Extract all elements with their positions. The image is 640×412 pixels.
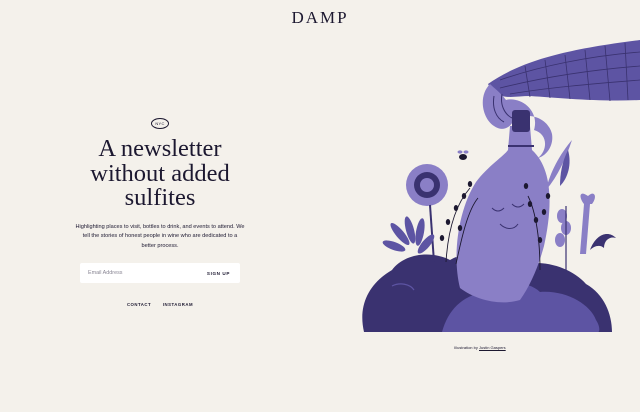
right-plants <box>555 193 595 254</box>
title-line-3: sulfites <box>124 184 196 211</box>
bottle-cork <box>512 110 530 132</box>
dark-leaf <box>590 234 616 250</box>
nyc-badge: NYC <box>151 118 169 129</box>
footer-links: CONTACT INSTAGRAM <box>60 302 260 307</box>
description: Highlighting places to visit, bottles to… <box>75 223 245 249</box>
instagram-link[interactable]: INSTAGRAM <box>163 302 193 307</box>
illustration-credit: Illustration by Justin Gaspers <box>424 345 536 350</box>
contact-link[interactable]: CONTACT <box>127 302 151 307</box>
sign-up-button[interactable]: SIGN UP <box>207 271 230 276</box>
bee-icon <box>457 150 469 160</box>
credit-author-link[interactable]: Justin Gaspers <box>479 345 506 350</box>
email-input[interactable] <box>88 270 178 276</box>
title-line-1: A newsletter <box>98 135 222 162</box>
wine-bottle-illustration <box>362 40 640 332</box>
sleeve-shape <box>488 40 640 101</box>
hero-section: NYC A newsletter without added sulfites … <box>60 112 260 307</box>
page-title: A newsletter without added sulfites <box>60 135 260 211</box>
title-line-2: without added <box>90 159 230 187</box>
newsletter-form: SIGN UP <box>80 263 240 283</box>
fan-plant <box>382 216 435 254</box>
credit-prefix: Illustration by <box>454 345 478 350</box>
logo[interactable]: DAMP <box>0 8 640 28</box>
